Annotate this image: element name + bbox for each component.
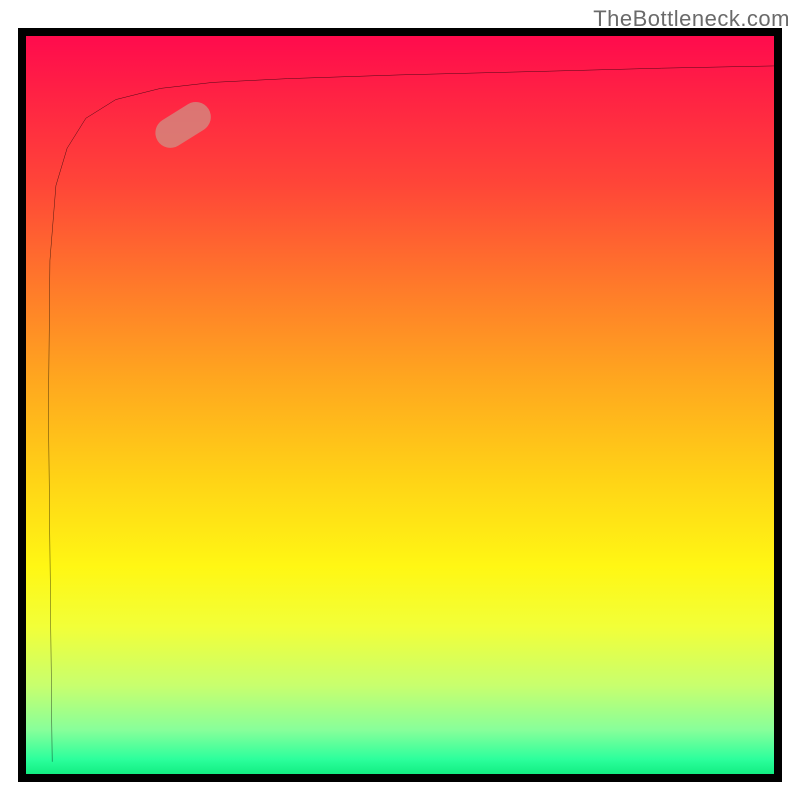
chart-curve <box>26 36 774 774</box>
chart-frame <box>18 28 782 782</box>
bottleneck-curve-path <box>48 66 774 762</box>
chart-plot-area <box>26 36 774 774</box>
watermark-text: TheBottleneck.com <box>593 6 790 32</box>
